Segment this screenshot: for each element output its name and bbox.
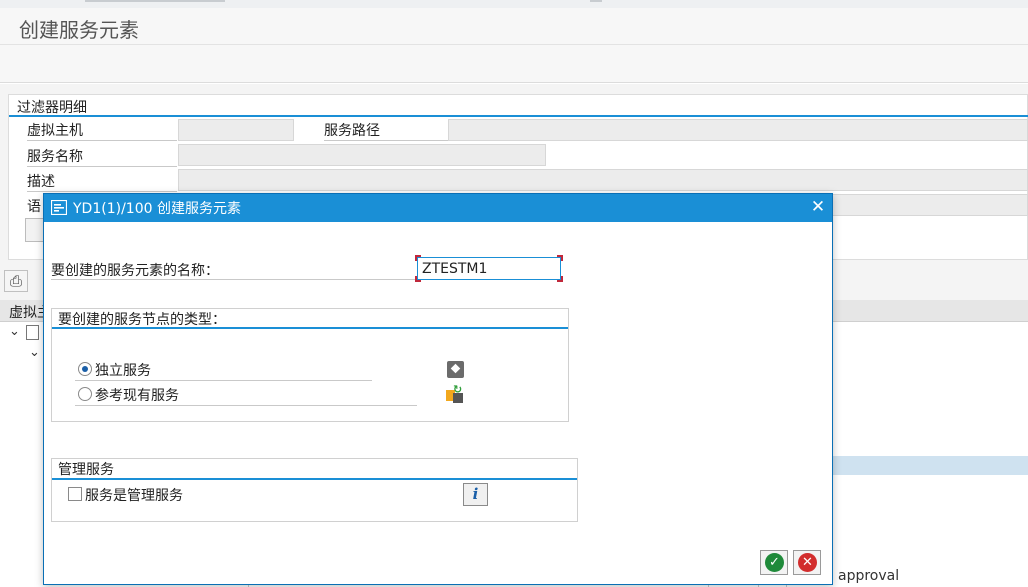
checkmark-icon: ✓ [765, 553, 784, 572]
radio-reference-label[interactable]: 参考现有服务 [95, 385, 179, 405]
filter-details-title: 过滤器明细 [17, 100, 87, 116]
service-name-label: 服务名称 [27, 149, 83, 165]
application-toolbar [0, 45, 1028, 83]
management-service-checkbox[interactable] [68, 487, 82, 501]
cube-icon [447, 361, 464, 378]
element-name-input[interactable] [417, 257, 561, 280]
label-underline [27, 191, 177, 192]
ok-button[interactable]: ✓ [760, 550, 788, 575]
service-path-field[interactable] [448, 119, 1028, 141]
document-icon [26, 325, 39, 340]
chevron-down-icon[interactable]: ⌄ [9, 324, 20, 339]
chevron-down-icon[interactable]: ⌄ [29, 345, 40, 360]
radio-standalone-service[interactable] [78, 362, 92, 376]
cancel-button[interactable]: ✕ [793, 550, 821, 575]
virtual-host-label: 虚拟主机 [27, 123, 83, 139]
group-title-underline [52, 327, 568, 329]
focus-corner [415, 255, 421, 261]
description-label: 描述 [27, 174, 55, 190]
cancel-icon: ✕ [798, 553, 817, 572]
language-label: 语 [27, 199, 41, 215]
radio-standalone-label[interactable]: 独立服务 [95, 360, 151, 380]
reference-service-icon: ↻ [446, 383, 464, 403]
top-strip-segment [85, 0, 225, 2]
close-icon[interactable]: ✕ [807, 196, 829, 218]
top-strip-segment [590, 0, 602, 2]
filter-title-underline [9, 115, 1028, 117]
tree-selected-row[interactable] [832, 456, 1028, 475]
label-underline [27, 140, 177, 141]
dialog-titlebar: YD1(1)/100 创建服务元素 ✕ [44, 194, 832, 222]
group-title-underline [52, 478, 577, 480]
management-group-title: 管理服务 [58, 462, 114, 478]
create-service-element-dialog: YD1(1)/100 创建服务元素 ✕ 要创建的服务元素的名称： 要创建的服务节… [43, 193, 833, 585]
label-underline [27, 166, 177, 167]
print-icon[interactable]: ⎙ [4, 270, 28, 292]
info-icon[interactable]: i [463, 483, 488, 506]
description-field[interactable] [178, 169, 1028, 191]
label-underline [75, 380, 372, 381]
label-underline [51, 279, 417, 280]
focus-corner [557, 255, 563, 261]
management-service-label[interactable]: 服务是管理服务 [85, 485, 183, 505]
window-title: 创建服务元素 [19, 18, 139, 42]
radio-reference-service[interactable] [78, 387, 92, 401]
dialog-title: YD1(1)/100 创建服务元素 [73, 201, 241, 217]
service-name-field[interactable] [178, 144, 546, 166]
focus-corner [557, 276, 563, 282]
dialog-window-icon [51, 200, 67, 215]
label-underline [75, 405, 417, 406]
service-type-group-title: 要创建的服务节点的类型： [58, 312, 226, 328]
element-name-label: 要创建的服务元素的名称： [51, 263, 219, 279]
virtual-host-field[interactable] [178, 119, 294, 141]
label-underline [324, 140, 448, 141]
window-titlebar: 创建服务元素 [0, 8, 1028, 45]
focus-corner [415, 276, 421, 282]
top-strip [0, 0, 1028, 8]
tree-cell-approval: approval [838, 568, 900, 584]
service-path-label: 服务路径 [324, 123, 380, 139]
